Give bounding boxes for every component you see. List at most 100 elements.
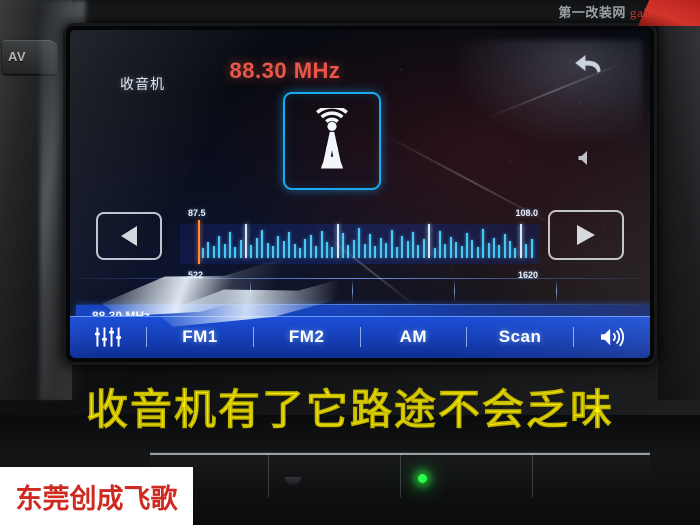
radio-tower-icon: [316, 108, 348, 169]
tuner-tick: [228, 232, 231, 258]
volume-button[interactable]: [574, 326, 650, 348]
tuner-tick: [455, 242, 458, 258]
tuner-scale[interactable]: 87.5 108.0 522 1620: [180, 208, 540, 280]
watermark-en: gai001.com: [629, 5, 696, 20]
tuner-tick: [331, 247, 334, 258]
current-frequency-display: 88.30 MHz: [229, 58, 341, 83]
tuner-tick: [223, 244, 226, 258]
tuner-tick: [234, 247, 237, 258]
tuner-tick: [369, 234, 371, 258]
station-logo-box: [283, 92, 381, 190]
tuner-tick: [433, 248, 436, 258]
tuner-tick: [261, 230, 264, 258]
tuner-tick: [277, 236, 280, 258]
tuner-cursor[interactable]: [198, 220, 200, 264]
nav-tab-scan[interactable]: Scan: [467, 327, 573, 347]
speaker-volume-icon: [600, 327, 624, 347]
tuner-tick: [465, 233, 468, 258]
tuner-tick: [347, 245, 350, 258]
tuner-tick: [444, 244, 447, 258]
tuner-tick: [282, 241, 285, 258]
tuner-tick: [476, 247, 479, 258]
tuner-tick: [492, 238, 495, 258]
vent-divider: [532, 455, 533, 497]
tuner-tick: [460, 246, 463, 258]
tuner-tick: [449, 237, 452, 258]
tuner-tick: [514, 248, 517, 258]
tuner-tick: [379, 238, 382, 258]
shop-name-tag: 东莞创成飞歌: [0, 467, 193, 525]
watermark-cn: 第一改装网: [558, 5, 626, 20]
tuner-tick: [412, 232, 415, 258]
equalizer-button[interactable]: [70, 326, 146, 348]
vent-divider: [400, 455, 401, 497]
tuner-tick: [212, 246, 215, 258]
tuner-tick: [272, 246, 275, 258]
power-indicator-led: [418, 474, 427, 483]
site-watermark: 第一改装网 gai001.com: [558, 2, 696, 21]
tuner-tick: [245, 224, 248, 258]
nav-tab-fm1[interactable]: FM1: [147, 327, 253, 347]
tuner-tick: [498, 245, 501, 258]
nav-tab-fm2[interactable]: FM2: [254, 327, 360, 347]
tuner-tick: [309, 235, 312, 258]
tuner-tick: [482, 229, 485, 258]
preset-vtick: [352, 280, 353, 302]
bottom-nav-bar: FM1 FM2 AM Scan: [70, 316, 650, 358]
screenshot-root: AV 收音机 88.30 MHz 87.5 108.0 522 1620 FM1…: [0, 0, 700, 525]
tuner-tick: [374, 246, 377, 258]
equalizer-icon: [94, 327, 122, 347]
nav-tab-am[interactable]: AM: [361, 327, 467, 347]
tuner-tick: [336, 224, 339, 258]
tuner-tick: [255, 238, 258, 258]
tuner-tick: [218, 236, 221, 258]
fm-high-label: 108.0: [515, 208, 538, 218]
tuner-tick: [239, 240, 242, 258]
tuner-tick: [428, 224, 431, 258]
tuner-tick: [503, 234, 506, 258]
head-unit-screen-frame: 收音机 88.30 MHz 87.5 108.0 522 1620 FM1 FM…: [66, 26, 654, 362]
tuner-tick: [509, 241, 512, 258]
tuner-tick: [288, 232, 291, 258]
tuner-tick: [207, 242, 210, 258]
tuner-tick: [390, 230, 393, 258]
tuner-tick: [525, 244, 528, 258]
tuner-tick: [439, 231, 442, 258]
right-arrow-icon: [577, 225, 595, 245]
dashboard-right-bezel: [658, 0, 700, 400]
tuner-tick: [417, 245, 420, 258]
tuner-tick: [342, 233, 345, 258]
next-station-button[interactable]: [548, 210, 624, 260]
caption-overlay: 收音机有了它路途不会乏味: [85, 385, 614, 435]
radio-screen: 收音机 88.30 MHz 87.5 108.0 522 1620 FM1 FM…: [70, 30, 650, 358]
tuner-tick: [422, 239, 425, 258]
tuner-tick: [304, 239, 307, 258]
preset-vtick: [454, 280, 455, 302]
tuner-tick: [363, 244, 366, 258]
tuner-tick: [298, 248, 301, 258]
tuner-tick: [395, 247, 398, 258]
tuner-tick: [530, 239, 533, 258]
tuner-tick: [487, 243, 490, 258]
av-button-label: AV: [8, 49, 27, 64]
left-arrow-icon: [121, 226, 137, 246]
tuner-tick: [401, 236, 404, 258]
fm-low-label: 87.5: [188, 208, 206, 218]
speaker-mute-icon[interactable]: [576, 148, 596, 168]
tuner-tick: [250, 245, 253, 258]
tuner-tick: [266, 243, 269, 258]
vent-divider: [268, 455, 269, 497]
tuner-ticks: [202, 224, 536, 264]
tuner-tick: [202, 248, 204, 258]
tuner-tick: [293, 244, 296, 258]
tuner-tick: [352, 240, 355, 258]
back-arrow-icon[interactable]: [574, 54, 604, 76]
tuner-tick: [385, 243, 388, 258]
preset-vtick: [556, 280, 557, 302]
dashboard-vent-strip: [150, 453, 650, 497]
shop-name-label: 东莞创成飞歌: [15, 483, 178, 515]
preset-divider: [76, 278, 644, 279]
prev-station-button[interactable]: [96, 212, 162, 260]
preset-vtick: [250, 280, 251, 302]
tuner-tick: [406, 241, 409, 258]
